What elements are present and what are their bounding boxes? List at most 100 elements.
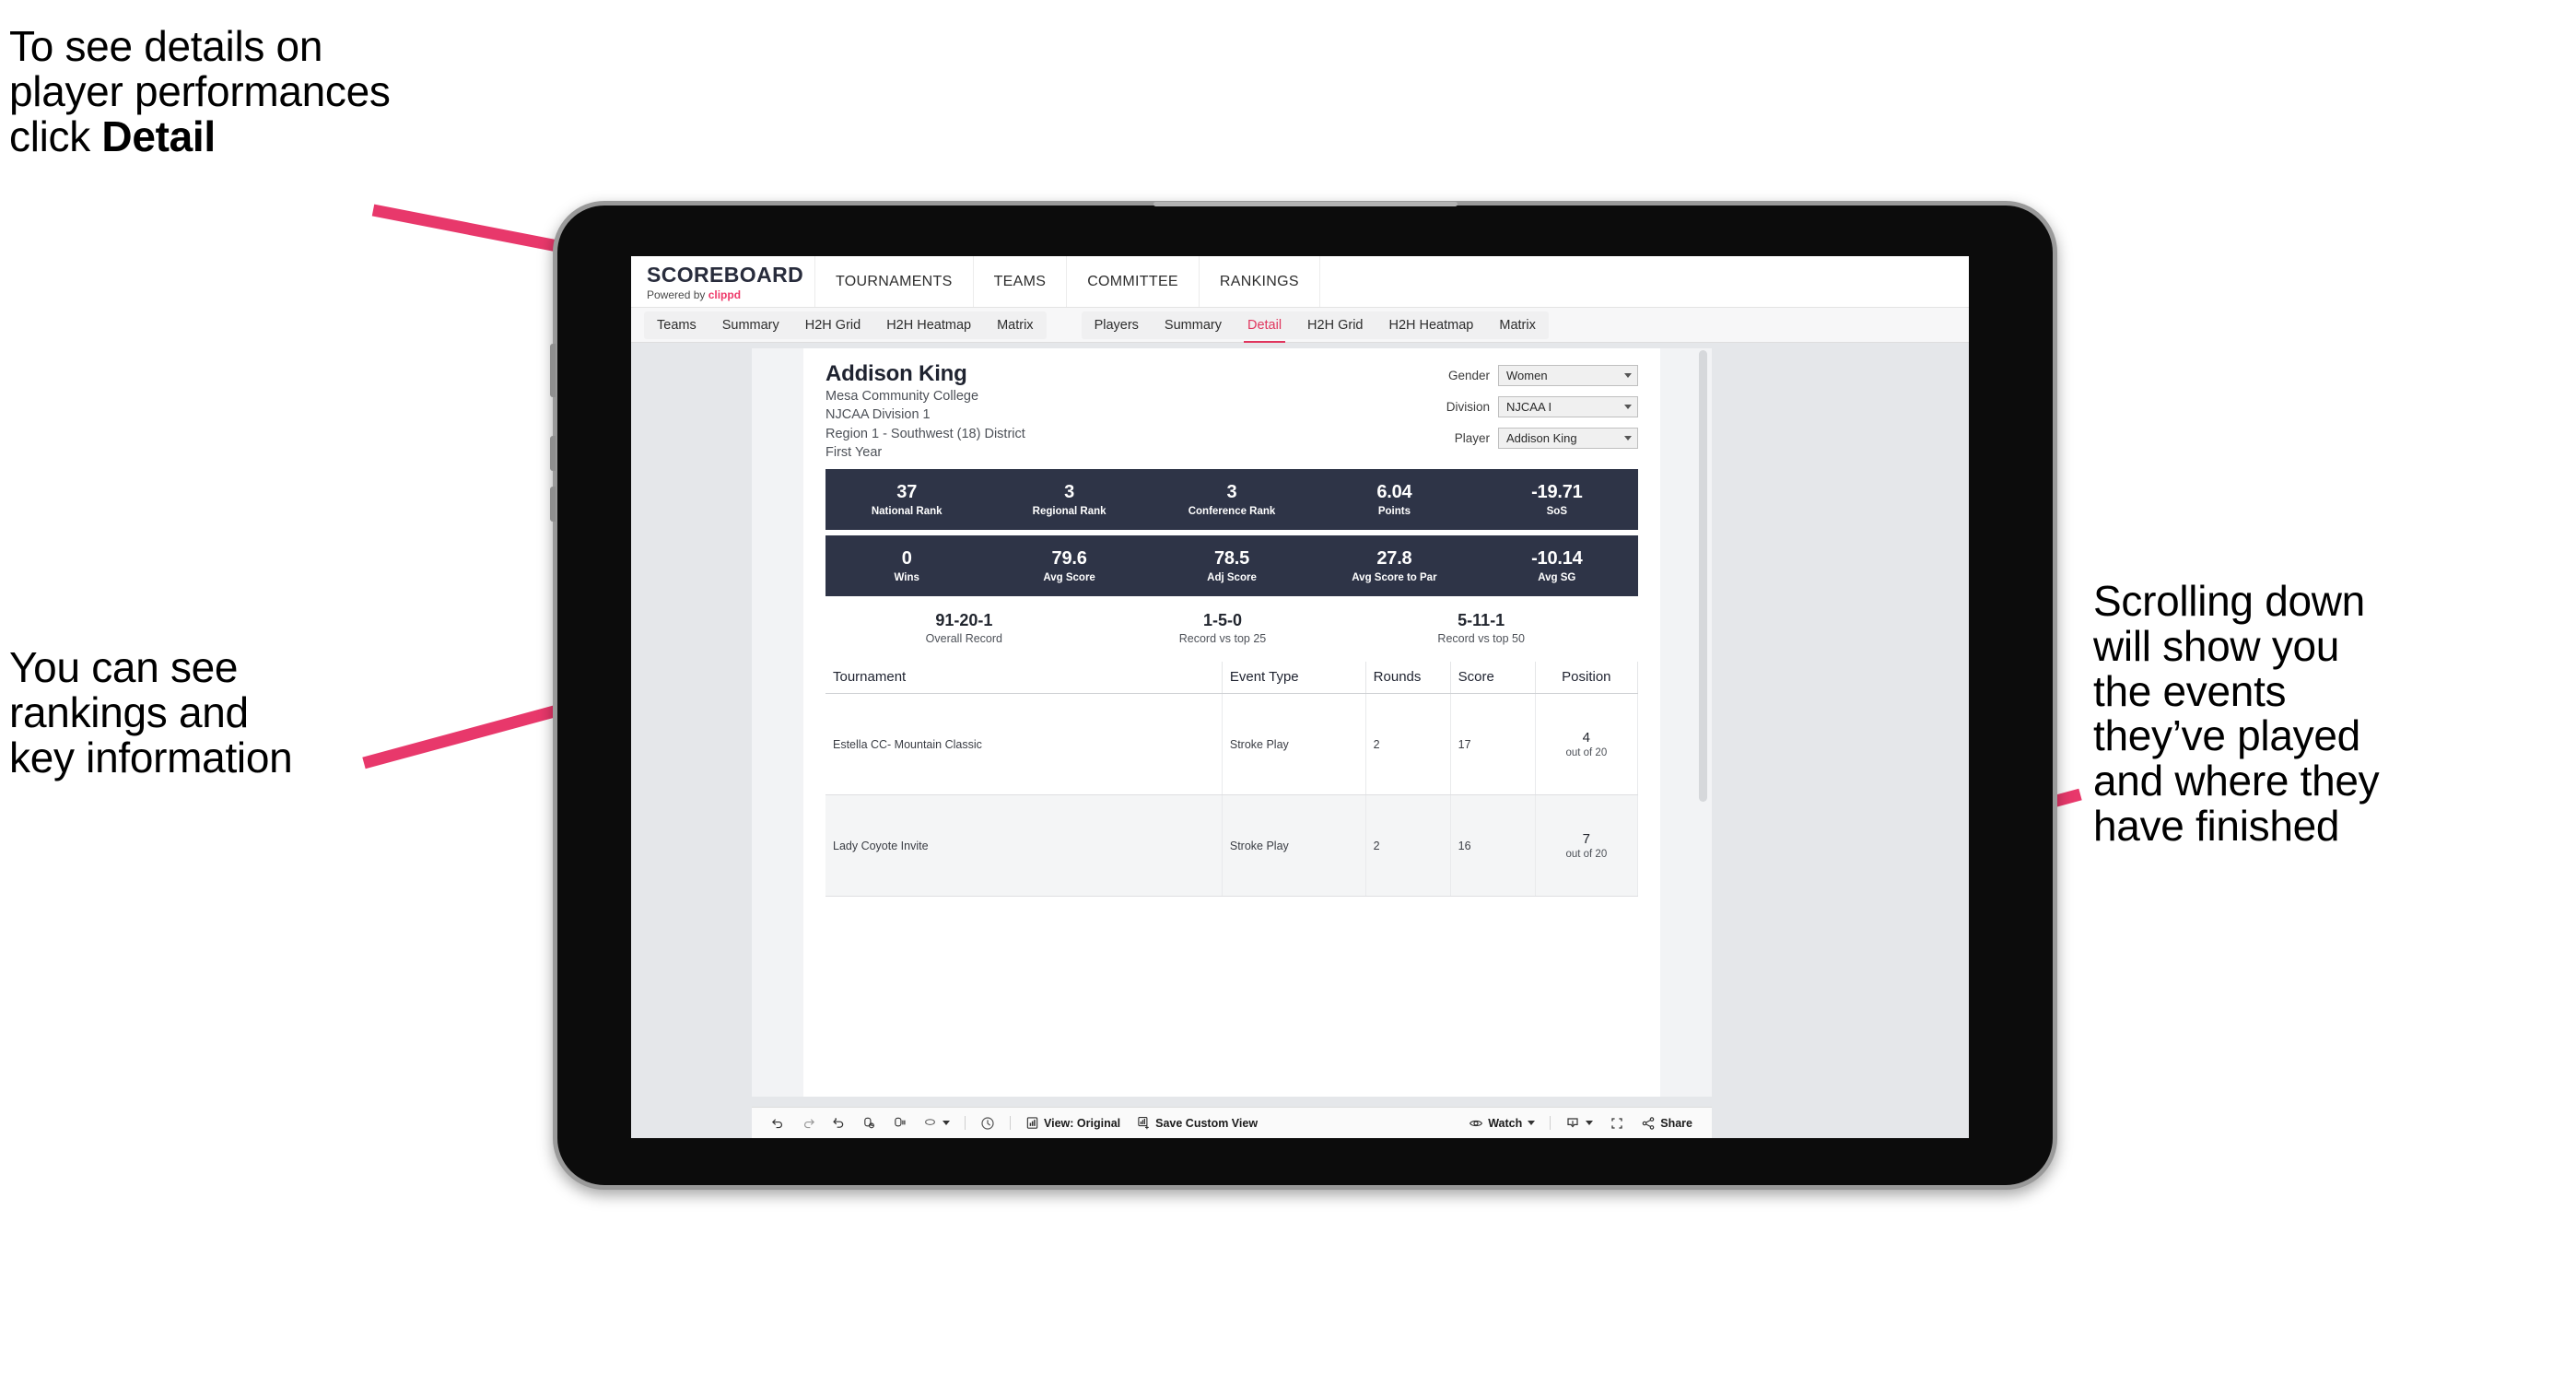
share-label: Share [1660, 1116, 1692, 1130]
chevron-down-icon [1624, 405, 1632, 409]
annotation-click-detail-bold: Detail [101, 112, 216, 160]
stat-label: Avg Score [1043, 572, 1095, 584]
record-vs-top-25: 1-5-0 Record vs top 25 [1094, 611, 1352, 645]
cell-position-outof: out of 20 [1565, 747, 1608, 759]
record-value: 91-20-1 [935, 611, 993, 630]
stat-value: 6.04 [1376, 482, 1412, 503]
nav-item-rankings[interactable]: RANKINGS [1200, 256, 1320, 307]
highlight-button[interactable] [915, 1108, 958, 1138]
dashboard-sheet: Addison King Mesa Community College NJCA… [752, 348, 1712, 1097]
chevron-down-icon [1586, 1121, 1594, 1125]
col-header-score[interactable]: Score [1450, 662, 1536, 695]
record-vs-top-50: 5-11-1 Record vs top 50 [1352, 611, 1610, 645]
col-header-position[interactable]: Position [1535, 662, 1639, 695]
tab-teams-h2h-heatmap[interactable]: H2H Heatmap [873, 311, 984, 339]
view-original-button[interactable]: View: Original [1017, 1108, 1129, 1138]
player-school: Mesa Community College [825, 389, 979, 404]
nav-item-committee[interactable]: COMMITTEE [1067, 256, 1200, 307]
record-row: 91-20-1 Overall Record 1-5-0 Record vs t… [825, 611, 1638, 645]
stat-value: 78.5 [1213, 548, 1250, 570]
player-detail-card: Addison King Mesa Community College NJCA… [803, 348, 1660, 1097]
tab-players-h2h-heatmap[interactable]: H2H Heatmap [1376, 311, 1486, 339]
pause-auto-update-button[interactable] [972, 1108, 1003, 1138]
filter-select-gender[interactable]: Women [1498, 365, 1638, 386]
table-row[interactable]: Estella CC- Mountain Classic Stroke Play… [825, 693, 1639, 796]
redo-button[interactable] [793, 1108, 824, 1138]
player-division: NJCAA Division 1 [825, 407, 931, 423]
refresh-button[interactable] [854, 1108, 884, 1138]
vertical-scrollbar[interactable] [1699, 350, 1707, 802]
tab-teams-summary[interactable]: Summary [709, 311, 792, 339]
nav-item-teams[interactable]: TEAMS [974, 256, 1068, 307]
stat-value: 0 [901, 548, 912, 570]
tab-players-summary[interactable]: Summary [1152, 311, 1235, 339]
dashboard-canvas: Addison King Mesa Community College NJCA… [631, 343, 1969, 1138]
filter-select-division[interactable]: NJCAA I [1498, 396, 1638, 417]
tab-teams[interactable]: Teams [644, 311, 709, 339]
tablet-volume-button [550, 344, 556, 397]
tab-teams-matrix[interactable]: Matrix [984, 311, 1046, 339]
eye-icon [1469, 1116, 1483, 1131]
stat-label: SoS [1546, 506, 1568, 518]
revert-button[interactable] [824, 1108, 854, 1138]
tab-players[interactable]: Players [1082, 311, 1152, 339]
cell-event-type: Stroke Play [1222, 693, 1366, 796]
tablet-side-button-3 [550, 487, 556, 522]
undo-icon [771, 1116, 785, 1130]
stat-label: Avg SG [1538, 572, 1576, 584]
table-row[interactable]: Lady Coyote Invite Stroke Play 2 16 7 ou… [825, 794, 1639, 898]
stat-national-rank: 37 National Rank [825, 482, 988, 517]
col-header-tournament[interactable]: Tournament [825, 662, 1223, 695]
pause-icon [893, 1116, 907, 1130]
stat-label: National Rank [871, 506, 943, 518]
filter-value-division: NJCAA I [1506, 400, 1552, 414]
revert-icon [832, 1116, 846, 1130]
cell-rounds: 2 [1365, 693, 1451, 796]
stat-avg-score: 79.6 Avg Score [988, 548, 1150, 583]
tab-players-h2h-grid[interactable]: H2H Grid [1294, 311, 1376, 339]
cell-position-value: 7 [1582, 831, 1590, 848]
watch-button[interactable]: Watch [1460, 1108, 1543, 1138]
annotation-rankings: You can see rankings and key information [9, 643, 293, 781]
brand-powered-prefix: Powered by [647, 288, 708, 301]
tab-group-players: Players Summary Detail H2H Grid H2H Heat… [1081, 311, 1549, 344]
save-custom-view-button[interactable]: Save Custom View [1129, 1108, 1266, 1138]
undo-button[interactable] [763, 1108, 793, 1138]
share-button[interactable]: Share [1633, 1108, 1701, 1138]
stat-conference-rank: 3 Conference Rank [1151, 482, 1313, 517]
stat-value: 37 [896, 482, 918, 503]
record-overall: 91-20-1 Overall Record [835, 611, 1094, 645]
sub-tab-strip: Teams Summary H2H Grid H2H Heatmap Matri… [631, 308, 1969, 344]
stat-avg-sg: -10.14 Avg SG [1476, 548, 1638, 583]
stat-label: Regional Rank [1032, 506, 1107, 518]
toolbar-divider [965, 1116, 966, 1130]
pause-button[interactable] [884, 1108, 915, 1138]
record-value: 1-5-0 [1202, 611, 1243, 630]
filter-value-player: Addison King [1506, 431, 1577, 445]
filter-select-player[interactable]: Addison King [1498, 428, 1638, 449]
filter-row-gender: Gender Women [1446, 365, 1638, 386]
redo-icon [802, 1116, 815, 1130]
col-header-event-type[interactable]: Event Type [1222, 662, 1366, 695]
share-icon [1641, 1116, 1656, 1131]
cell-score: 17 [1450, 693, 1536, 796]
tab-players-matrix[interactable]: Matrix [1486, 311, 1548, 339]
nav-item-tournaments[interactable]: TOURNAMENTS [815, 256, 974, 307]
col-header-rounds[interactable]: Rounds [1365, 662, 1451, 695]
player-info: Addison King Mesa Community College NJCA… [825, 361, 1025, 462]
stat-label: Wins [894, 572, 919, 584]
save-view-icon [1137, 1116, 1151, 1130]
brand-logo[interactable]: SCOREBOARD Powered by clippd [631, 256, 815, 307]
download-button[interactable] [1557, 1108, 1601, 1138]
brand-clippd: clippd [708, 288, 742, 301]
toolbar-divider [1010, 1116, 1011, 1130]
fullscreen-button[interactable] [1601, 1108, 1633, 1138]
stat-avg-score-to-par: 27.8 Avg Score to Par [1313, 548, 1475, 583]
player-year: First Year [825, 444, 883, 460]
refresh-icon [862, 1116, 876, 1130]
stat-regional-rank: 3 Regional Rank [988, 482, 1150, 517]
tab-teams-h2h-grid[interactable]: H2H Grid [792, 311, 873, 339]
stat-value: 3 [1226, 482, 1237, 503]
filter-value-gender: Women [1506, 369, 1548, 382]
tab-players-detail[interactable]: Detail [1235, 311, 1294, 344]
